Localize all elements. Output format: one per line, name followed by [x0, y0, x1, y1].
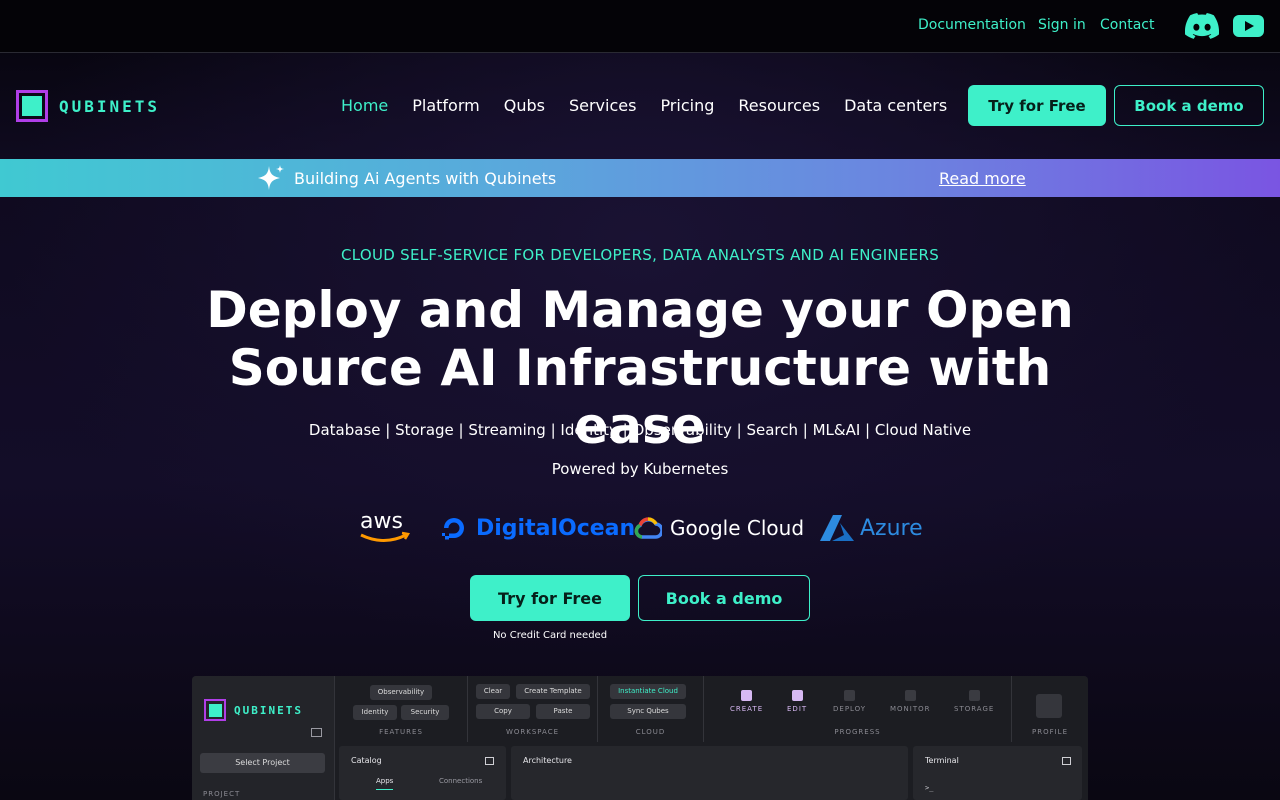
- terminal-panel: Terminal >_: [913, 746, 1082, 800]
- nav-item-services[interactable]: Services: [569, 96, 636, 115]
- catalog-panel: Catalog Apps Connections: [339, 746, 506, 800]
- sign-in-link[interactable]: Sign in: [1038, 17, 1086, 33]
- nav-links: Home Platform Qubs Services Pricing Reso…: [341, 96, 971, 115]
- discord-icon[interactable]: [1185, 13, 1219, 39]
- preview-logo-text: QUBINETS: [234, 703, 303, 717]
- tab-connections[interactable]: Connections: [439, 777, 482, 785]
- digitalocean-icon: [442, 518, 464, 540]
- copy-chip[interactable]: Copy: [476, 704, 530, 719]
- top-utility-bar: Documentation Sign in Contact: [0, 0, 1280, 53]
- banner-text: Building Ai Agents with Qubinets: [294, 169, 557, 188]
- google-cloud-logo-text: Google Cloud: [670, 516, 805, 540]
- azure-logo-text: Azure: [860, 515, 923, 541]
- progress-label: PROGRESS: [834, 728, 881, 736]
- google-cloud-icon: [634, 517, 662, 539]
- features-label: FEATURES: [379, 728, 423, 736]
- aws-logo-text: aws: [360, 509, 403, 534]
- digitalocean-logo-text: DigitalOcean: [476, 515, 636, 541]
- tab-apps[interactable]: Apps: [376, 777, 394, 790]
- clear-chip[interactable]: Clear: [476, 684, 510, 699]
- preview-logo: QUBINETS: [204, 699, 303, 721]
- cloud-group: Instantiate Cloud Sync Qubes CLOUD: [598, 676, 704, 742]
- workspace-label: WORKSPACE: [505, 728, 560, 736]
- step-edit[interactable]: EDIT: [787, 690, 807, 713]
- preview-logo-mark-icon: [204, 699, 226, 721]
- terminal-panel-icon[interactable]: [1062, 757, 1071, 765]
- terminal-prompt: >_: [925, 784, 934, 792]
- azure-icon: [820, 515, 854, 541]
- hero-book-demo-button[interactable]: Book a demo: [638, 575, 810, 621]
- preview-toolbar: Observability Identity Security FEATURES…: [335, 676, 1088, 742]
- cloud-label: CLOUD: [635, 728, 666, 736]
- nav-item-data-centers[interactable]: Data centers: [844, 96, 947, 115]
- powered-by-text: Powered by Kubernetes: [551, 460, 729, 478]
- azure-logo: Azure: [818, 506, 923, 550]
- aws-icon: aws: [360, 509, 410, 542]
- instantiate-cloud-chip[interactable]: Instantiate Cloud: [610, 684, 686, 699]
- identity-chip[interactable]: Identity: [353, 705, 397, 720]
- main-navbar: QUBINETS Home Platform Qubs Services Pri…: [0, 53, 1280, 159]
- features-group: Observability Identity Security FEATURES: [335, 676, 468, 742]
- step-deploy[interactable]: DEPLOY: [833, 690, 866, 713]
- sidebar-toggle-icon[interactable]: [311, 728, 322, 737]
- nav-item-platform[interactable]: Platform: [412, 96, 479, 115]
- profile-icon[interactable]: [1036, 694, 1062, 718]
- google-cloud-logo: Google Cloud: [634, 506, 804, 550]
- try-for-free-button[interactable]: Try for Free: [968, 85, 1106, 126]
- brand-logo[interactable]: QUBINETS: [16, 90, 160, 122]
- nav-item-pricing[interactable]: Pricing: [660, 96, 714, 115]
- no-credit-card-note: No Credit Card needed: [492, 630, 608, 641]
- preview-sidebar: QUBINETS Select Project PROJECT: [192, 676, 335, 800]
- nav-item-home[interactable]: Home: [341, 96, 388, 115]
- cloud-provider-logos: aws DigitalOcean Google Cloud Azure: [0, 506, 1280, 550]
- select-project-button[interactable]: Select Project: [200, 753, 325, 773]
- architecture-title: Architecture: [523, 756, 572, 765]
- nav-item-resources[interactable]: Resources: [738, 96, 820, 115]
- paste-chip[interactable]: Paste: [536, 704, 590, 719]
- step-create[interactable]: CREATE: [730, 690, 763, 713]
- terminal-title: Terminal: [925, 756, 959, 765]
- hero-tagline: Database | Storage | Streaming | Identit…: [308, 421, 972, 439]
- catalog-panel-icon[interactable]: [485, 757, 494, 765]
- step-storage[interactable]: STORAGE: [954, 690, 994, 713]
- catalog-title: Catalog: [351, 756, 382, 765]
- project-label: PROJECT: [203, 790, 241, 798]
- read-more-link[interactable]: Read more: [939, 169, 1026, 188]
- digitalocean-logo: DigitalOcean: [440, 506, 635, 550]
- hero-eyebrow: CLOUD SELF-SERVICE FOR DEVELOPERS, DATA …: [340, 246, 940, 264]
- step-monitor[interactable]: MONITOR: [890, 690, 931, 713]
- profile-label: PROFILE: [1031, 728, 1068, 736]
- nav-item-qubs[interactable]: Qubs: [504, 96, 545, 115]
- progress-group: CREATE EDIT DEPLOY MONITOR STORAGE PROGR…: [704, 676, 1012, 742]
- youtube-icon[interactable]: [1233, 14, 1264, 38]
- app-preview: QUBINETS Select Project PROJECT Observab…: [192, 676, 1088, 800]
- logo-mark-icon: [16, 90, 48, 122]
- create-template-chip[interactable]: Create Template: [516, 684, 590, 699]
- announcement-banner: Building Ai Agents with Qubinets Read mo…: [0, 159, 1280, 197]
- brand-name: QUBINETS: [59, 96, 161, 116]
- contact-link[interactable]: Contact: [1100, 17, 1154, 33]
- security-chip[interactable]: Security: [401, 705, 449, 720]
- observability-chip[interactable]: Observability: [370, 685, 432, 700]
- workspace-group: Clear Create Template Copy Paste WORKSPA…: [468, 676, 598, 742]
- hero-try-for-free-button[interactable]: Try for Free: [470, 575, 630, 621]
- sync-qubes-chip[interactable]: Sync Qubes: [610, 704, 686, 719]
- profile-group: PROFILE: [1012, 676, 1088, 742]
- architecture-panel: Architecture: [511, 746, 908, 800]
- sparkle-icon: [258, 165, 284, 190]
- book-demo-button[interactable]: Book a demo: [1114, 85, 1264, 126]
- aws-logo: aws: [358, 506, 410, 550]
- documentation-link[interactable]: Documentation: [918, 17, 1026, 33]
